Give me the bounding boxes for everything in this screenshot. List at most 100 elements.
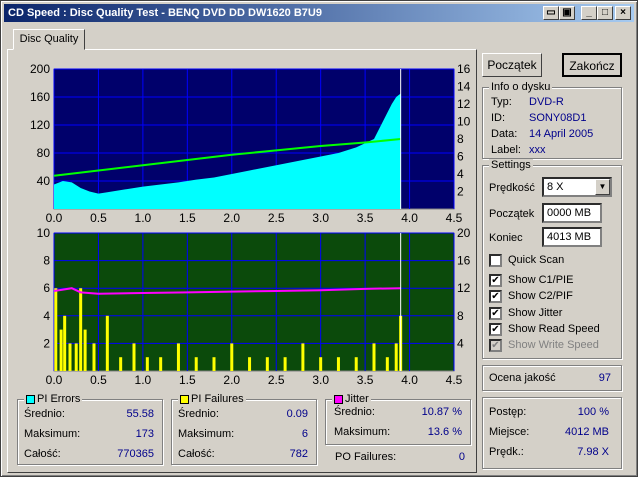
end-field[interactable]: 4013 MB — [542, 227, 602, 247]
y2-tick-label: 14 — [457, 80, 471, 94]
pi-failure-bar — [301, 343, 305, 371]
progress-group: Postęp: 100 % Miejsce: 4012 MB Prędk.: 7… — [482, 397, 622, 469]
x-tick-label: 2.0 — [223, 373, 240, 387]
close-button[interactable]: × — [615, 6, 631, 20]
maximize-button[interactable]: □ — [597, 6, 613, 20]
pi-failure-bar — [394, 343, 398, 371]
jitter-legend-swatch — [334, 394, 343, 404]
disc-info-group: Info o dysku Typ: DVD-R ID: SONY08D1 Dat… — [482, 81, 622, 159]
y2-tick-label: 8 — [457, 132, 464, 146]
pi-failure-bar — [159, 357, 163, 371]
pi-failure-bar — [372, 343, 376, 371]
x-tick-label: 2.5 — [268, 373, 285, 387]
jitter-group: Jitter Średnio: 10.87 % Maksimum: 13.6 % — [325, 393, 471, 445]
pi-failure-bar — [119, 357, 123, 371]
y-tick-label: 8 — [43, 254, 50, 268]
y2-tick-label: 6 — [457, 150, 464, 164]
chevron-down-icon[interactable]: ▼ — [595, 179, 610, 195]
pi-failure-bar — [194, 357, 198, 371]
pi-failure-bar — [54, 288, 58, 371]
settings-group: Settings Prędkość 8 X ▼ Początek 0000 MB… — [482, 159, 622, 359]
minimize-button[interactable]: _ — [581, 6, 597, 20]
pi-failure-bar — [354, 357, 358, 371]
show-c2-checkbox[interactable]: ✔ — [489, 290, 502, 303]
start-field[interactable]: 0000 MB — [542, 203, 602, 223]
x-tick-label: 3.5 — [357, 373, 374, 387]
pi-failures-group: PI Failures Średnio: 0.09 Maksimum: 6 Ca… — [171, 393, 317, 465]
y2-tick-label: 4 — [457, 336, 464, 350]
y-tick-label: 40 — [37, 174, 51, 188]
x-tick-label: 4.5 — [446, 373, 463, 387]
po-failures-label: PO Failures: — [335, 451, 397, 463]
y-tick-label: 200 — [30, 63, 50, 76]
y2-tick-label: 2 — [457, 185, 464, 199]
pi-failure-bar — [319, 357, 323, 371]
y-tick-label: 2 — [43, 336, 50, 350]
pi-failure-bar — [145, 357, 149, 371]
x-tick-label: 1.5 — [179, 211, 196, 225]
y-tick-label: 80 — [37, 146, 51, 160]
show-read-speed-checkbox[interactable]: ✔ — [489, 323, 502, 336]
y2-tick-label: 12 — [457, 281, 471, 295]
show-jitter-checkbox[interactable]: ✔ — [489, 307, 502, 320]
pi-failure-bar — [92, 343, 96, 371]
pi-failure-bar — [176, 343, 180, 371]
pi-failure-bar — [68, 343, 72, 371]
pi-failure-bar — [283, 357, 287, 371]
pi-errors-chart: 0.0 0.5 1.0 1.5 2.0 2.5 3.0 3.5 4.0 4.5 200 160 120 8… — [30, 63, 471, 225]
pi-failure-bar — [59, 329, 63, 371]
x-tick-label: 1.0 — [135, 373, 152, 387]
quick-scan-checkbox[interactable] — [489, 254, 502, 267]
x-tick-label: 0.5 — [90, 211, 107, 225]
x-tick-label: 2.5 — [268, 211, 285, 225]
x-tick-label: 3.0 — [312, 211, 329, 225]
pi-failure-bar — [74, 343, 78, 371]
y2-tick-label: 10 — [457, 115, 471, 129]
start-button[interactable]: Początek — [482, 53, 542, 77]
y2-tick-label: 16 — [457, 254, 471, 268]
y-tick-label: 10 — [37, 227, 51, 240]
pi-failure-bar — [230, 343, 234, 371]
y-tick-label: 160 — [30, 90, 50, 104]
x-tick-label: 2.0 — [223, 211, 240, 225]
title-bar: CD Speed : Disc Quality Test - BENQ DVD … — [4, 4, 634, 22]
y-tick-label: 4 — [43, 309, 50, 323]
x-tick-label: 0.0 — [46, 373, 63, 387]
x-tick-label: 0.0 — [46, 211, 63, 225]
pi-failure-bar — [83, 329, 87, 371]
pi-failures-chart: 0.0 0.5 1.0 1.5 2.0 2.5 3.0 3.5 4.0 4.5 10 8 6 4 2 20 16… — [37, 227, 471, 387]
y2-tick-label: 12 — [457, 97, 471, 111]
show-write-speed-checkbox: ✔ — [489, 339, 502, 352]
show-c1-checkbox[interactable]: ✔ — [489, 274, 502, 287]
pi-failure-bar — [212, 357, 216, 371]
window-title: CD Speed : Disc Quality Test - BENQ DVD … — [8, 7, 322, 19]
save-icon[interactable]: ▣ — [559, 6, 575, 20]
y-tick-label: 6 — [43, 281, 50, 295]
x-tick-label: 1.5 — [179, 373, 196, 387]
pi-failure-bar — [248, 357, 252, 371]
x-tick-label: 0.5 — [90, 373, 107, 387]
po-failures-value: 0 — [458, 451, 465, 463]
pi-failure-bar — [132, 343, 136, 371]
x-tick-label: 3.0 — [312, 373, 329, 387]
x-tick-label: 4.5 — [446, 211, 463, 225]
pi-errors-group: PI Errors Średnio: 55.58 Maksimum: 173 C… — [17, 393, 163, 465]
x-tick-label: 1.0 — [135, 211, 152, 225]
y2-tick-label: 4 — [457, 167, 464, 181]
chart-plot-area — [53, 232, 455, 372]
copy-icon[interactable]: ▭ — [543, 6, 559, 20]
x-tick-label: 3.5 — [357, 211, 374, 225]
tab-disc-quality[interactable]: Disc Quality — [13, 29, 85, 50]
pi-failure-bar — [105, 315, 109, 371]
quality-group: Ocena jakość 97 — [482, 365, 622, 391]
end-button[interactable]: Zakończ — [562, 53, 622, 77]
pi-failure-bar — [385, 357, 389, 371]
pi-failure-bar — [63, 315, 67, 371]
y2-tick-label: 8 — [457, 309, 464, 323]
speed-select[interactable]: 8 X ▼ — [542, 177, 612, 197]
x-tick-label: 4.0 — [401, 211, 418, 225]
pi-failure-bar — [79, 288, 83, 371]
y-tick-label: 120 — [30, 118, 50, 132]
main-window: CD Speed : Disc Quality Test - BENQ DVD … — [0, 0, 638, 477]
x-tick-label: 4.0 — [401, 373, 418, 387]
